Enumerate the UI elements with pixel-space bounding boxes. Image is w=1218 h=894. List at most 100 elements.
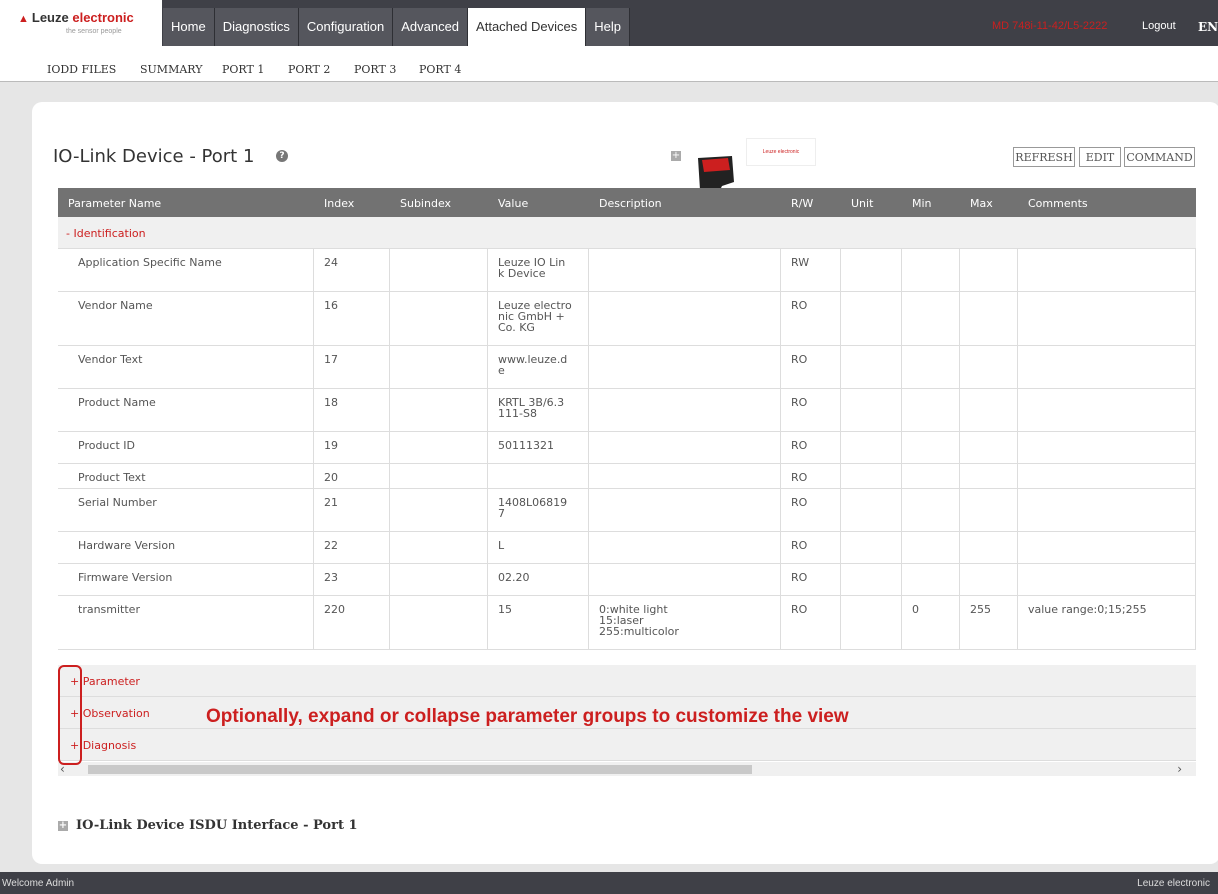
cell-max	[960, 249, 1018, 291]
cell-index: 16	[314, 292, 390, 345]
main-nav: Home Diagnostics Configuration Advanced …	[163, 8, 630, 46]
cell-description	[589, 389, 781, 431]
logout-link[interactable]: Logout	[1142, 20, 1176, 32]
top-bar: ▲ Leuze electronic the sensor people Home…	[0, 0, 1218, 46]
col-min: Min	[912, 197, 932, 210]
cell-index: 17	[314, 346, 390, 388]
cell-parameter-name: Hardware Version	[58, 532, 314, 563]
sub-nav: IODD FILES SUMMARY PORT 1 PORT 2 PORT 3 …	[0, 46, 1218, 82]
group-row-diagnosis[interactable]: + Diagnosis	[58, 729, 1196, 761]
annotation-text: Optionally, expand or collapse parameter…	[206, 706, 849, 727]
help-icon[interactable]: ?	[276, 150, 288, 162]
refresh-button[interactable]: REFRESH	[1013, 147, 1075, 167]
nav-tab-configuration[interactable]: Configuration	[298, 8, 394, 46]
col-comments: Comments	[1028, 197, 1088, 210]
cell-index: 220	[314, 596, 390, 649]
table-row[interactable]: Serial Number 21 1408L06819 7 RO	[58, 489, 1196, 532]
nav-tab-diagnostics[interactable]: Diagnostics	[214, 8, 299, 46]
scrollbar-thumb[interactable]	[88, 765, 752, 774]
subnav-port-2[interactable]: PORT 2	[288, 63, 330, 76]
cell-unit	[841, 532, 902, 563]
cell-comments	[1018, 432, 1196, 463]
cell-rw: RO	[781, 346, 841, 388]
table-row[interactable]: Product Name 18 KRTL 3B/6.3 111-S8 RO	[58, 389, 1196, 432]
table-row[interactable]: Vendor Text 17 www.leuze.d e RO	[58, 346, 1196, 389]
cell-parameter-name: Product Text	[58, 464, 314, 488]
cell-comments	[1018, 532, 1196, 563]
brand-name: ▲ Leuze electronic	[18, 10, 134, 25]
brand-tagline: the sensor people	[66, 28, 122, 35]
cell-rw: RW	[781, 249, 841, 291]
footer-brand: Leuze electronic	[1137, 878, 1210, 889]
group-row-parameter[interactable]: + Parameter	[58, 665, 1196, 697]
col-max: Max	[970, 197, 993, 210]
col-value: Value	[498, 197, 529, 210]
nav-tab-attached-devices[interactable]: Attached Devices	[468, 8, 587, 46]
cell-subindex	[390, 389, 488, 431]
cell-rw: RO	[781, 489, 841, 531]
cell-min	[902, 532, 960, 563]
cell-index: 21	[314, 489, 390, 531]
cell-value: Leuze electro nic GmbH + Co. KG	[488, 292, 589, 345]
subnav-iodd-files[interactable]: IODD FILES	[47, 63, 116, 76]
cell-max	[960, 564, 1018, 595]
cell-value: 15	[488, 596, 589, 649]
cell-value	[488, 464, 589, 488]
brand-name-part2: electronic	[72, 10, 134, 25]
subnav-port-3[interactable]: PORT 3	[354, 63, 396, 76]
cell-value: 02.20	[488, 564, 589, 595]
cell-value: L	[488, 532, 589, 563]
cell-subindex	[390, 596, 488, 649]
vendor-logo: Leuze electronic	[746, 138, 816, 166]
horizontal-scrollbar[interactable]: ‹ ›	[58, 762, 1196, 776]
cell-unit	[841, 489, 902, 531]
cell-subindex	[390, 432, 488, 463]
cell-value: www.leuze.d e	[488, 346, 589, 388]
cell-subindex	[390, 564, 488, 595]
subnav-port-4[interactable]: PORT 4	[419, 63, 461, 76]
cell-max	[960, 464, 1018, 488]
cell-parameter-name: Vendor Text	[58, 346, 314, 388]
cell-description	[589, 564, 781, 595]
col-subindex: Subindex	[400, 197, 452, 210]
logo-triangle-icon: ▲	[18, 13, 29, 25]
table-row[interactable]: Hardware Version 22 L RO	[58, 532, 1196, 564]
cell-rw: RO	[781, 292, 841, 345]
scroll-right-arrow-icon[interactable]: ›	[1177, 762, 1182, 776]
cell-comments	[1018, 489, 1196, 531]
nav-tab-help[interactable]: Help	[586, 8, 630, 46]
table-row[interactable]: Vendor Name 16 Leuze electro nic GmbH + Co…	[58, 292, 1196, 346]
nav-tab-advanced[interactable]: Advanced	[393, 8, 469, 46]
cell-min	[902, 249, 960, 291]
welcome-text: Welcome Admin	[2, 878, 75, 889]
nav-tab-home[interactable]: Home	[163, 8, 215, 46]
leuze-logo[interactable]: ▲ Leuze electronic the sensor people	[0, 0, 162, 46]
cell-min: 0	[902, 596, 960, 649]
cell-max	[960, 532, 1018, 563]
table-row[interactable]: Product ID 19 50111321 RO	[58, 432, 1196, 464]
cell-unit	[841, 346, 902, 388]
cell-value: 1408L06819 7	[488, 489, 589, 531]
cell-description	[589, 532, 781, 563]
device-info: MD 748i-11-42/L5-2222	[992, 20, 1108, 32]
cell-value: KRTL 3B/6.3 111-S8	[488, 389, 589, 431]
group-row-identification[interactable]: - Identification	[58, 217, 1196, 249]
subnav-port-1[interactable]: PORT 1	[222, 63, 264, 76]
cell-parameter-name: Serial Number	[58, 489, 314, 531]
table-row[interactable]: Firmware Version 23 02.20 RO	[58, 564, 1196, 596]
table-row[interactable]: Application Specific Name 24 Leuze IO Lin …	[58, 249, 1196, 292]
expand-plus-icon[interactable]: +	[671, 151, 681, 161]
expand-plus-icon[interactable]: +	[58, 820, 68, 831]
table-row[interactable]: transmitter 220 15 0:white light 15:laser 2…	[58, 596, 1196, 650]
cell-comments	[1018, 464, 1196, 488]
cell-rw: RO	[781, 389, 841, 431]
subnav-summary[interactable]: SUMMARY	[140, 63, 202, 76]
table-row[interactable]: Product Text 20 RO	[58, 464, 1196, 489]
cell-unit	[841, 389, 902, 431]
isdu-interface-section[interactable]: + IO-Link Device ISDU Interface - Port 1	[58, 818, 358, 833]
cell-parameter-name: Firmware Version	[58, 564, 314, 595]
command-button[interactable]: COMMAND	[1124, 147, 1195, 167]
edit-button[interactable]: EDIT	[1079, 147, 1121, 167]
language-selector[interactable]: EN	[1198, 20, 1218, 34]
group-label-identification: - Identification	[66, 227, 146, 240]
